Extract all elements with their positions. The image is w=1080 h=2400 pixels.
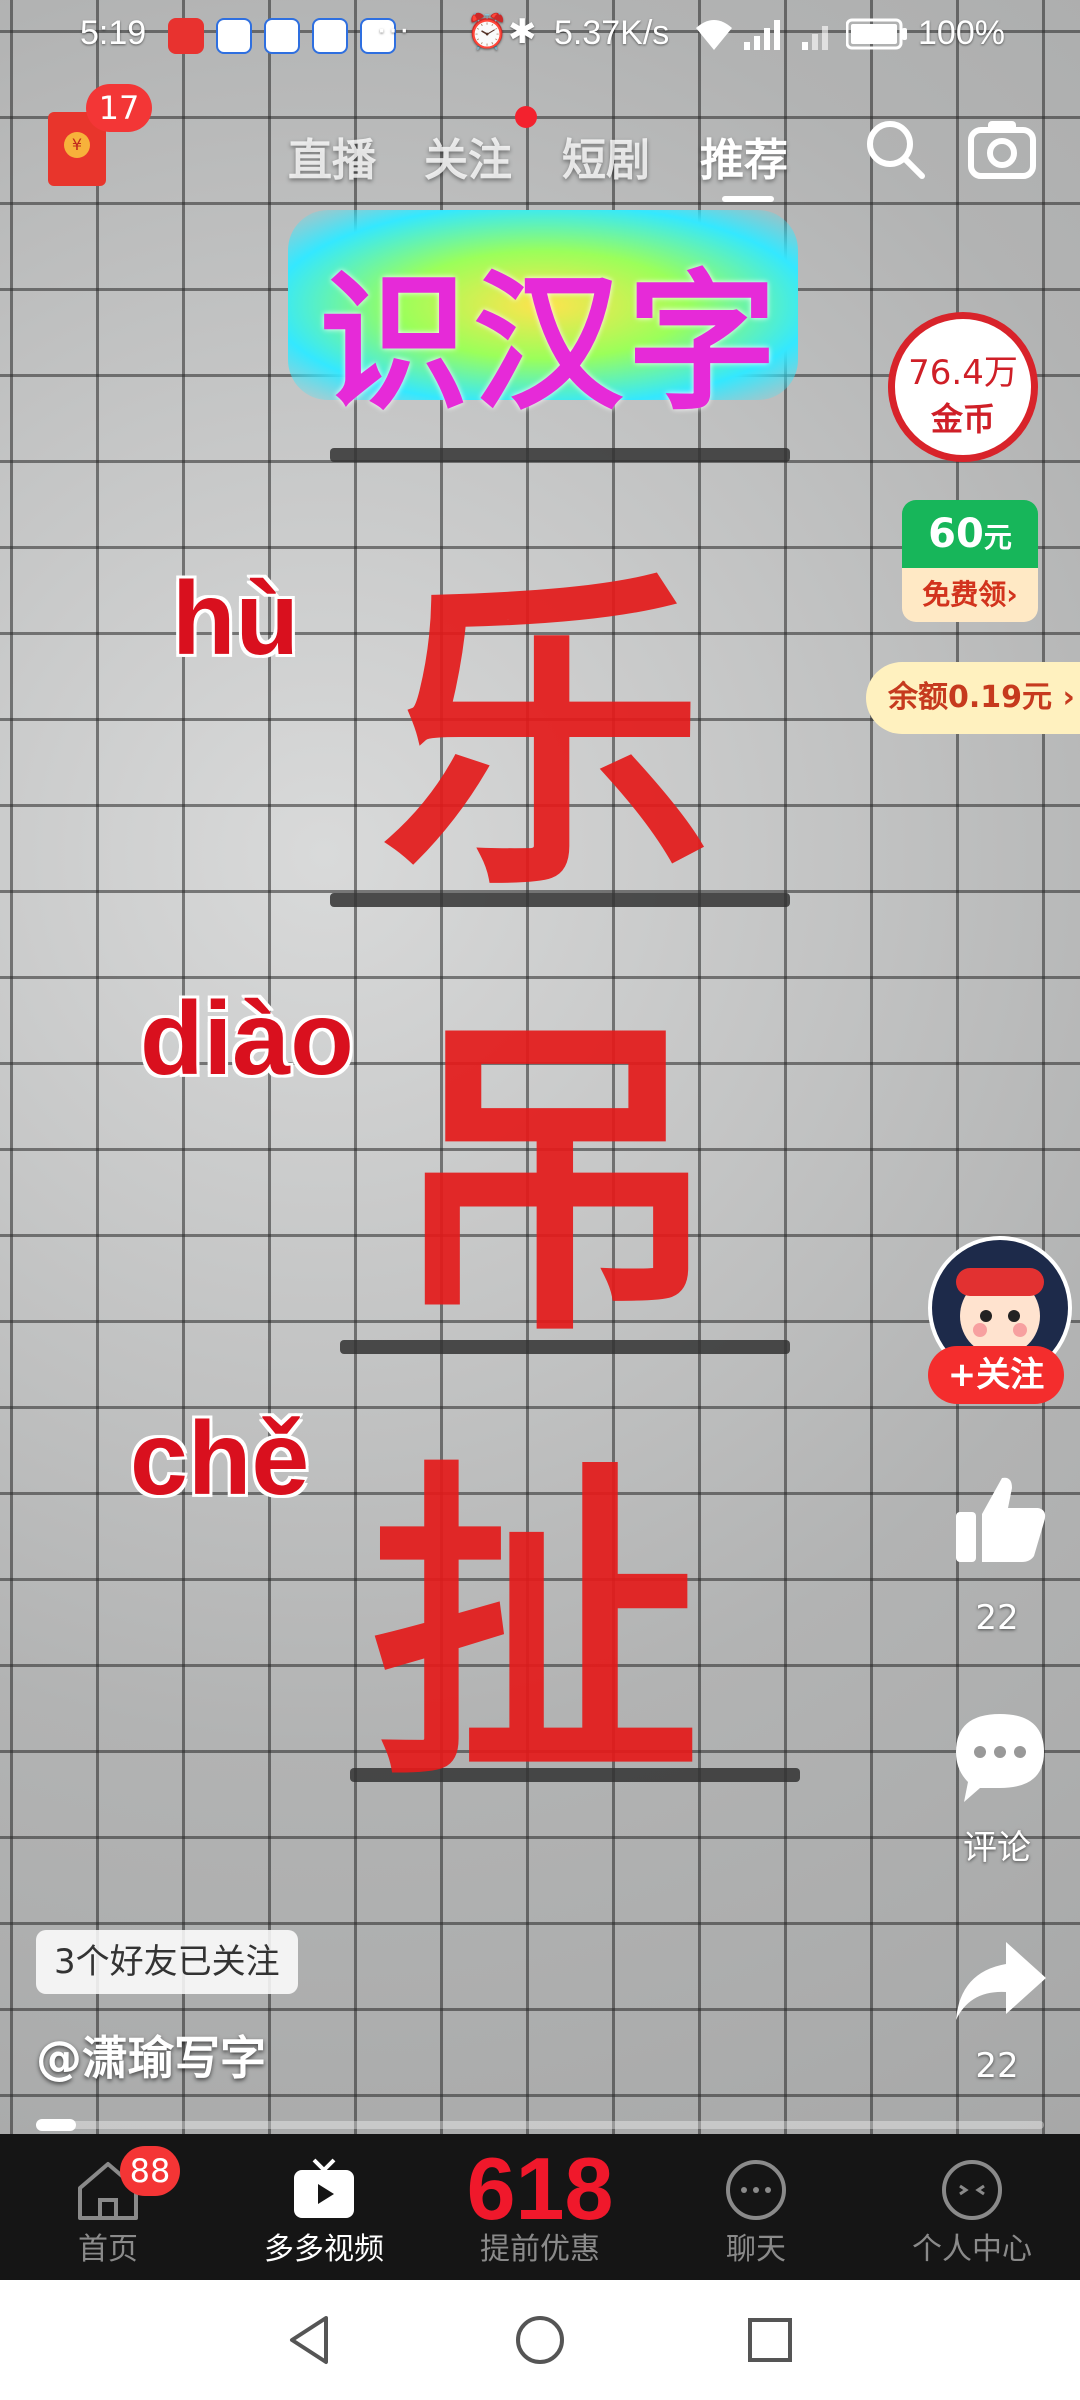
follow-button[interactable]: +关注 <box>928 1346 1064 1404</box>
camera-icon[interactable] <box>968 118 1036 184</box>
nav-profile[interactable]: 个人中心 <box>864 2134 1080 2280</box>
comment-label: 评论 <box>963 1828 1031 1868</box>
status-notifications <box>168 18 396 54</box>
tv-play-icon <box>290 2156 358 2224</box>
app-notification-icon <box>312 18 348 54</box>
recents-icon[interactable] <box>742 2312 798 2372</box>
nav-chat[interactable]: 聊天 <box>648 2134 864 2280</box>
bottom-nav: 88 首页 多多视频 618 提前优惠 聊天 个人中心 <box>0 2134 1080 2280</box>
system-nav-bar <box>0 2280 1080 2400</box>
pinyin-1: hù <box>172 561 300 677</box>
status-time: 5:19 <box>80 14 147 52</box>
net-speed: 5.37K/s <box>554 14 670 52</box>
tab-short-drama[interactable]: 短剧 <box>562 124 650 188</box>
promo-action-label: 免费领 <box>922 578 1007 611</box>
promo-unit: 元 <box>983 521 1012 554</box>
nav-home-label: 首页 <box>78 2232 138 2267</box>
following-dot <box>515 106 537 128</box>
hanzi-3: 扯 <box>370 1432 700 1820</box>
yuan-coin-icon: ¥ <box>64 132 90 158</box>
back-icon[interactable] <box>282 2312 338 2372</box>
pinyin-2: diào <box>140 981 354 1097</box>
profile-icon <box>938 2156 1006 2224</box>
like-count: 22 <box>975 1598 1019 1638</box>
author-name[interactable]: @潇瑜写字 <box>36 2022 266 2088</box>
nav-home[interactable]: 88 首页 <box>0 2134 216 2280</box>
bluetooth-icon: ✱ <box>508 13 537 51</box>
nav-promo-label: 提前优惠 <box>480 2232 600 2267</box>
thumbs-up-icon[interactable] <box>950 1470 1050 1570</box>
promo-amount: 60 <box>928 511 984 557</box>
nav-promo[interactable]: 618 提前优惠 <box>432 2134 648 2280</box>
balance-label: 余额0.19元 <box>888 680 1053 715</box>
app-notification-icon <box>264 18 300 54</box>
grid-thick-line <box>330 448 790 462</box>
battery-icon <box>845 18 908 54</box>
coin-unit: 金币 <box>930 400 995 438</box>
nav-video[interactable]: 多多视频 <box>216 2134 432 2280</box>
home-badge: 88 <box>120 2146 180 2196</box>
chevron-right-icon: › <box>1006 578 1018 611</box>
app-notification-icon <box>168 18 204 54</box>
signal-icon <box>742 16 786 56</box>
home-circle-icon[interactable] <box>512 2312 568 2372</box>
balance-pill[interactable]: 余额0.19元 › <box>866 662 1080 734</box>
nav-chat-label: 聊天 <box>726 2232 786 2267</box>
search-icon[interactable] <box>864 118 928 186</box>
comment-icon[interactable] <box>950 1706 1050 1806</box>
tab-following[interactable]: 关注 <box>424 124 512 188</box>
chat-icon <box>722 2156 790 2224</box>
free-cash-promo[interactable]: 60元 免费领› <box>902 500 1038 622</box>
share-icon[interactable] <box>950 1932 1050 2032</box>
coin-balance-badge[interactable]: 76.4万 金币 <box>888 312 1038 462</box>
promo-action: 免费领› <box>902 568 1038 622</box>
red-packet-badge: 17 <box>86 84 152 132</box>
signal-2-icon <box>800 16 834 56</box>
share-count: 22 <box>975 2046 1019 2086</box>
video-progress-track[interactable] <box>36 2121 1044 2129</box>
wifi-icon <box>694 16 734 56</box>
battery-percent: 100% <box>918 14 1005 52</box>
active-tab-indicator <box>722 196 774 202</box>
pinyin-3: chě <box>130 1401 310 1517</box>
video-progress-fill[interactable] <box>36 2119 76 2131</box>
status-more-dots: ··· <box>376 10 410 48</box>
video-player[interactable]: 识汉字 hù 乐 diào 吊 chě 扯 <box>0 0 1080 2134</box>
friends-followed-tag: 3个好友已关注 <box>36 1930 298 1994</box>
chevron-right-icon: › <box>1052 680 1075 715</box>
nav-profile-label: 个人中心 <box>912 2232 1032 2267</box>
video-title: 识汉字 <box>318 257 781 431</box>
alarm-icon: ⏰ <box>466 13 509 51</box>
tab-recommend[interactable]: 推荐 <box>700 124 788 188</box>
promo-amount-box: 60元 <box>902 500 1038 568</box>
tab-live[interactable]: 直播 <box>288 124 376 188</box>
hanzi-1: 乐 <box>380 542 710 930</box>
hanzi-2: 吊 <box>390 987 720 1375</box>
app-notification-icon <box>216 18 252 54</box>
nav-video-label: 多多视频 <box>264 2232 384 2267</box>
coin-amount: 76.4万 <box>908 353 1018 393</box>
